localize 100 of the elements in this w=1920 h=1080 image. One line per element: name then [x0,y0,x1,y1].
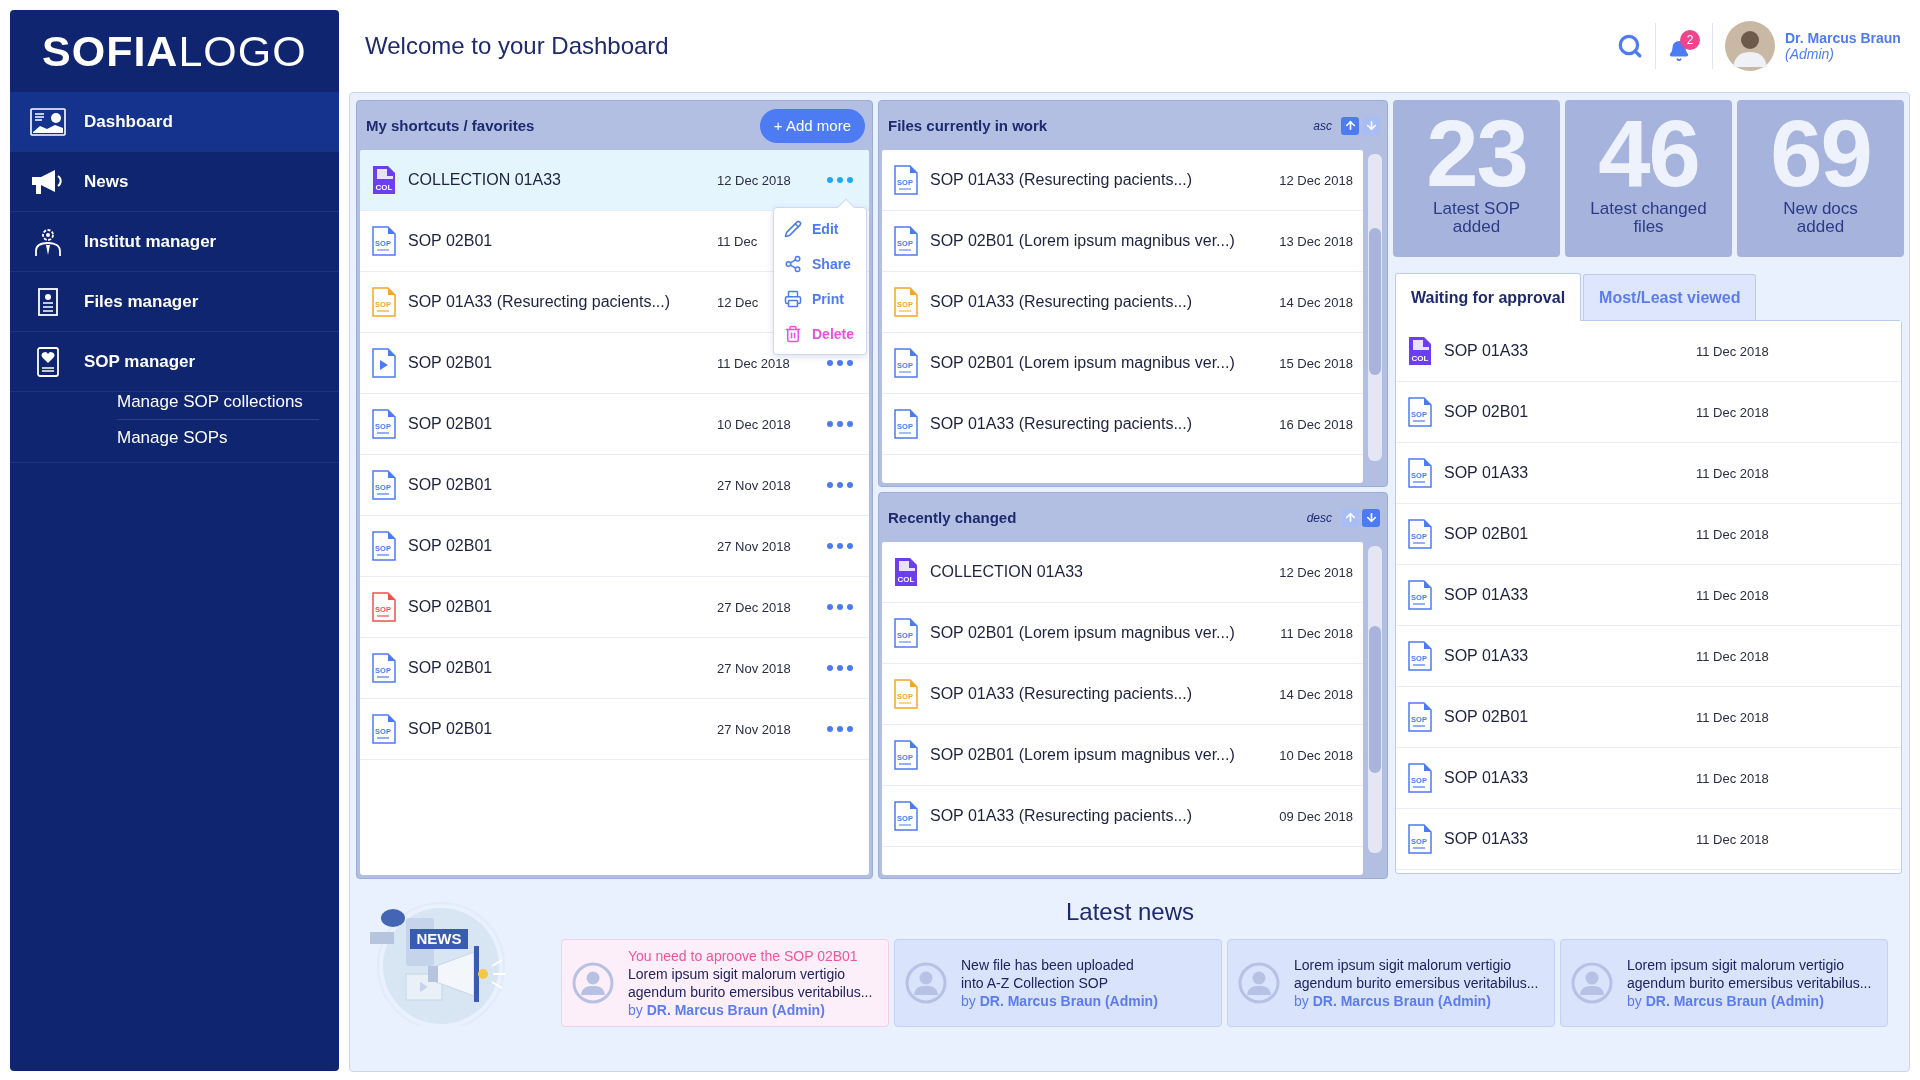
file-date: 11 Dec 2018 [1696,770,1769,786]
arrow-up-icon [1343,119,1357,132]
news-author: by DR. Marcus Braun (Admin) [961,992,1158,1010]
file-date: 11 Dec 2018 [1696,831,1769,847]
file-name: SOP 01A33 (Resurecting pacients...) [408,293,672,311]
news-text: Lorem ipsum sigit malorum vertigio agendum burito emersibus veritabilus... [628,965,873,1001]
tab[interactable]: Waiting for approval [1395,273,1582,321]
nav-item[interactable]: Institut manager [10,212,339,272]
file-date: 27 Nov 2018 [717,660,791,676]
user-avatar-icon[interactable] [1725,21,1775,71]
menu-item[interactable]: Edit [774,212,866,245]
nav-subitem[interactable]: Manage SOP collections [117,384,319,420]
file-name: SOP 02B01 [408,476,494,494]
file-date: 11 Dec [717,233,758,249]
file-date: 27 Dec 2018 [717,599,791,615]
file-date: 12 Dec 2018 [717,172,791,188]
news-card[interactable]: New file has been uploaded into A-Z Collection SOP by DR. Marcus Braun (Admin) [894,939,1222,1027]
collection-file-icon: COL [894,557,918,587]
panel-title: Files currently in work [888,117,1049,134]
search-icon[interactable] [1617,33,1643,59]
more-icon [827,360,853,366]
file-date: 11 Dec 2018 [1696,709,1769,725]
arrow-up-icon [1343,511,1357,524]
news-card[interactable]: You need to aproove the SOP 02B01 Lorem ipsum sigit malorum vertigio agendum burito emersibus veritabilus... by DR. Marcus Braun (Admin) [561,939,889,1027]
file-date: 16 Dec 2018 [1279,416,1353,432]
nav-item[interactable]: Files manager [10,272,339,332]
news-text: New file has been uploaded into A-Z Collection SOP [961,956,1135,992]
stat-value: 69 [1770,112,1871,196]
news-card[interactable]: Lorem ipsum sigit malorum vertigio agendum burito emersibus veritabilus... by DR. Marcus Braun (Admin) [1227,939,1555,1027]
file-name: SOP 02B01 [408,598,494,616]
file-name: SOP 01A33 [1444,586,1530,604]
collection-file-icon: COL [372,165,396,195]
file-name: SOP 02B01 [408,415,494,433]
page-title: Welcome to your Dashboard [365,32,670,60]
file-name: SOP 01A33 [1444,464,1530,482]
user-avatar-icon [905,962,947,1004]
file-date: 11 Dec 2018 [1696,648,1769,664]
user-name[interactable]: Dr. Marcus Braun [1785,30,1910,46]
trash-icon [784,324,802,343]
file-row[interactable]: COL COLLECTION 01A33 12 Dec 2018 [882,542,1363,603]
file-date: 11 Dec 2018 [1696,587,1769,603]
file-name: SOP 02B01 [408,720,494,738]
file-date: 11 Dec 2018 [1696,526,1769,542]
file-date: 27 Nov 2018 [717,538,791,554]
stat-label: New docs added [1783,200,1858,236]
file-date: 12 Dec 2018 [1279,564,1353,580]
sort-order-label: asc [1313,118,1332,133]
nav-item[interactable]: News [10,152,339,212]
file-name: SOP 01A33 [1444,342,1530,360]
more-icon [827,665,853,671]
menu-item[interactable]: Print [774,282,866,315]
file-name: SOP 02B01 [408,232,494,250]
file-date: 14 Dec 2018 [1279,686,1353,702]
stat-label: Latest changed files [1590,200,1707,236]
user-role: (Admin) [1785,46,1835,62]
news-card[interactable]: Lorem ipsum sigit malorum vertigio agendum burito emersibus veritabilus... by DR. Marcus Braun (Admin) [1560,939,1888,1027]
file-date: 15 Dec 2018 [1279,355,1353,371]
file-name: SOP 01A33 [1444,830,1530,848]
more-icon [827,177,853,183]
file-date: 27 Nov 2018 [717,477,791,493]
more-icon [827,421,853,427]
file-name: SOP 02B01 [1444,525,1530,543]
sort-ascending-button[interactable] [1341,116,1359,135]
file-row[interactable]: COL SOP 01A33 11 Dec 2018 [1396,321,1901,382]
file-name: COLLECTION 01A33 [408,171,562,189]
nav-subitem[interactable]: Manage SOPs [117,420,319,456]
shortcut-row[interactable]: COL COLLECTION 01A33 12 Dec 2018 [360,150,869,211]
file-date: 13 Dec 2018 [1279,233,1353,249]
scrollbar[interactable] [1368,546,1382,853]
file-date: 10 Dec 2018 [1279,747,1353,763]
scrollbar[interactable] [1368,154,1382,461]
file-name: SOP 01A33 [1444,647,1530,665]
pencil-icon [784,219,802,238]
stat-value: 23 [1426,112,1527,196]
news-text: Lorem ipsum sigit malorum vertigio agendum burito emersibus veritabilus... [1294,956,1539,992]
collection-file-icon: COL [1408,336,1432,366]
file-date: 12 Dec 2018 [1279,172,1353,188]
file-date: 11 Dec 2018 [1696,404,1769,420]
file-name: SOP 01A33 (Resurecting pacients...) [930,415,1194,433]
panel-title: Recently changed [888,509,1018,526]
sort-order-label: desc [1306,510,1332,525]
file-date: 11 Dec 2018 [1280,625,1353,641]
file-name: SOP 02B01 [408,537,494,555]
user-avatar-icon [1238,962,1280,1004]
file-name: SOP 01A33 (Resurecting pacients...) [930,171,1194,189]
nav-item[interactable]: Dashboard [10,92,339,152]
notifications-button[interactable]: 2 [1668,30,1700,62]
news-text: Lorem ipsum sigit malorum vertigio agendum burito emersibus veritabilus... [1627,956,1872,992]
file-date: 09 Dec 2018 [1279,808,1353,824]
file-name: SOP 02B01 [1444,708,1530,726]
file-name: SOP 02B01 (Lorem ipsum magnibus ver...) [930,232,1236,250]
nav-item[interactable]: SOP manager [10,332,339,392]
file-date: 27 Nov 2018 [717,721,791,737]
file-name: SOP 02B01 (Lorem ipsum magnibus ver...) [930,624,1236,642]
file-date: 11 Dec 2018 [1696,465,1769,481]
add-more-button[interactable]: + Add more [759,108,865,143]
arrow-down-icon [1364,511,1378,524]
notification-badge: 2 [1680,30,1700,50]
user-avatar-icon [1571,962,1613,1004]
sort-descending-button[interactable] [1362,508,1380,527]
